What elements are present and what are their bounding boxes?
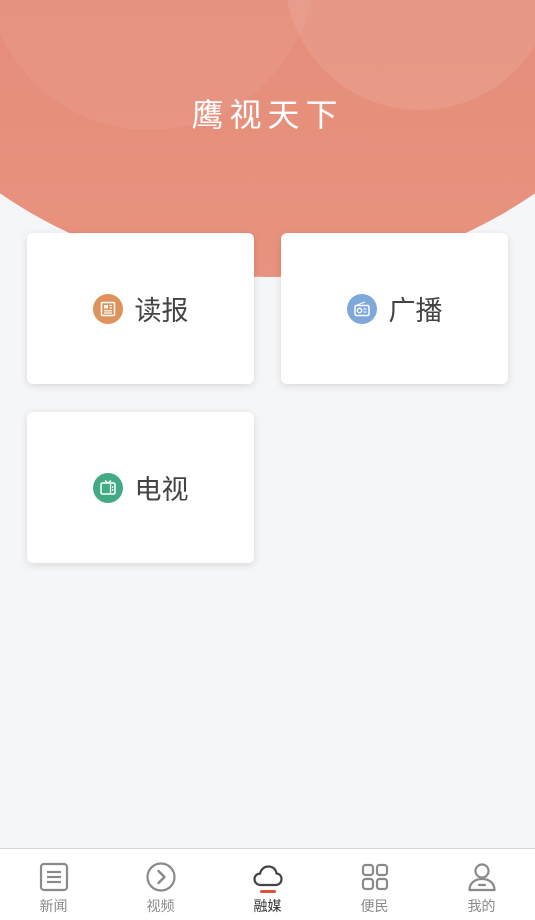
tab-services[interactable]: 便民 <box>321 849 428 920</box>
card-radio[interactable]: 广播 <box>281 233 508 384</box>
tab-label: 视频 <box>146 899 175 915</box>
tab-video[interactable]: 视频 <box>107 849 214 920</box>
tab-label: 新闻 <box>39 899 68 915</box>
active-tab-indicator <box>259 890 276 893</box>
tab-label: 融媒 <box>253 899 282 915</box>
play-circle-icon <box>144 860 178 894</box>
page-title: 鹰视天下 <box>191 96 344 134</box>
grid-icon <box>358 860 392 894</box>
card-label: 读报 <box>134 296 189 327</box>
cloud-icon <box>251 860 285 894</box>
tab-media[interactable]: 融媒 <box>214 849 321 920</box>
newspaper-icon <box>92 293 123 324</box>
tab-mine[interactable]: 我的 <box>428 849 535 920</box>
bottom-tab-bar: 新闻 视频 融媒 便民 我的 <box>0 848 535 920</box>
radio-icon <box>346 293 377 324</box>
tab-label: 便民 <box>360 899 389 915</box>
card-tv[interactable]: 电视 <box>27 412 254 563</box>
card-newspaper[interactable]: 读报 <box>27 233 254 384</box>
tv-icon <box>92 472 123 503</box>
tab-label: 我的 <box>467 899 496 915</box>
app-screen: 鹰视天下 读报 广播 电视 新闻 视频 融媒 便民 我的 <box>0 0 535 920</box>
news-list-icon <box>37 860 71 894</box>
tab-news[interactable]: 新闻 <box>0 849 107 920</box>
card-label: 电视 <box>134 475 189 506</box>
user-icon <box>465 860 499 894</box>
card-label: 广播 <box>388 296 443 327</box>
